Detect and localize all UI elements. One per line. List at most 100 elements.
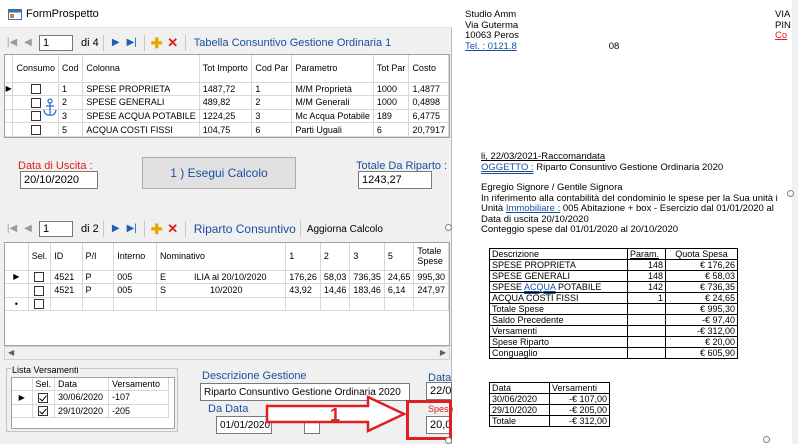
col-header[interactable]: Colonna [82, 55, 200, 83]
table-row: Saldo Precedente -€ 97,40 [489, 314, 738, 326]
riparto-title: Riparto Consuntivo [193, 222, 296, 236]
sel-checkbox[interactable] [34, 285, 45, 296]
riparto-h-scrollbar[interactable]: ◀ ▶ [4, 346, 450, 360]
add-new-icon[interactable]: ✚ [149, 35, 165, 51]
consumo-checkbox[interactable] [30, 125, 41, 135]
table-row[interactable]: 4521 P 005 S 10/2020 43,92 14,46 183,46 6… [5, 283, 449, 298]
lista-versamenti-label: Lista Versamenti [11, 365, 80, 375]
col-header[interactable]: 5 [384, 243, 415, 271]
move-previous-icon[interactable]: ◀ [20, 35, 36, 51]
table-row[interactable]: ▶ 30/06/2020 -107 [12, 390, 170, 405]
col-header[interactable]: Totale Spese [413, 243, 449, 271]
add-new-icon[interactable]: ✚ [149, 221, 165, 237]
data-uscita-input[interactable]: 20/10/2020 [20, 171, 98, 189]
consumo-checkbox[interactable] [30, 111, 41, 122]
new-row-icon: • [5, 297, 29, 312]
resize-handle[interactable] [787, 190, 794, 197]
highlight-box [406, 400, 452, 440]
sel-checkbox-checked[interactable] [38, 392, 49, 403]
resize-handle[interactable] [445, 437, 452, 444]
col-header[interactable]: Nominativo [156, 243, 287, 271]
riparto-grid[interactable]: Sel. ID P/I Interno Nominativo 1 2 3 5 T… [4, 242, 450, 346]
col-header[interactable]: Cod [58, 55, 84, 83]
table-row[interactable]: 3 SPESE ACQUA POTABILE 1224,25 3 Mc Acqu… [5, 109, 449, 124]
move-previous-icon[interactable]: ◀ [20, 221, 36, 237]
arrow-step-number: 1 [330, 405, 341, 425]
consuntivo-grid[interactable]: Consumo Cod Colonna Tot Importo Cod Par … [4, 54, 450, 138]
col-header[interactable]: Sel. [28, 243, 52, 271]
col-header[interactable]: Data [54, 378, 110, 391]
resize-handle[interactable] [445, 224, 452, 231]
delete-icon[interactable]: ✕ [165, 221, 181, 237]
table-row: Spese Riparto € 20,00 [489, 336, 738, 348]
move-next-icon[interactable]: ▶ [108, 221, 124, 237]
sel-checkbox[interactable] [34, 299, 45, 310]
table-row: 29/10/2020 -€ 205,00 [489, 404, 610, 416]
table-row[interactable]: 5 ACQUA COSTI FISSI 104,75 6 Parti Ugual… [5, 122, 449, 137]
count-label: di 2 [81, 223, 99, 235]
table-row: Totale -€ 312,00 [489, 415, 610, 427]
totale-riparto-input[interactable]: 1243,27 [358, 171, 432, 189]
col-header[interactable]: Sel. [32, 378, 56, 391]
table-row[interactable]: 29/10/2020 -205 [12, 404, 170, 419]
col-header[interactable]: Tot Par [373, 55, 410, 83]
lista-versamenti-group: Lista Versamenti Sel. Data Versamento ▶ … [6, 365, 178, 432]
letter-page: Studio Amm Via Guterma 10063 Peros Tel. … [465, 0, 795, 444]
table-row[interactable]: ▶ 4521 P 005 E ILIA al 20/10/2020 176,26 … [5, 270, 449, 285]
col-header[interactable]: Parametro [291, 55, 374, 83]
current-row-icon: ▶ [5, 270, 29, 285]
form-icon [8, 9, 22, 20]
col-header[interactable]: 3 [349, 243, 385, 271]
document-preview: Studio Amm Via Guterma 10063 Peros Tel. … [453, 0, 798, 444]
table-row: Conguaglio € 605,90 [489, 347, 738, 359]
doc-v-scrollbar[interactable] [792, 0, 798, 444]
scroll-right-icon[interactable]: ▶ [440, 348, 446, 357]
new-row[interactable]: • [5, 297, 449, 312]
sel-checkbox[interactable] [34, 272, 45, 283]
col-header[interactable]: Consumo [12, 55, 60, 83]
col-header[interactable]: P/I [82, 243, 115, 271]
col-header[interactable]: 1 [285, 243, 321, 271]
window-title: FormProspetto [26, 8, 99, 20]
col-header[interactable]: Interno [113, 243, 157, 271]
col-header[interactable]: Cod Par [251, 55, 293, 83]
versamenti-grid[interactable]: Sel. Data Versamento ▶ 30/06/2020 -107 2… [11, 377, 175, 429]
letter-header-right: VIA PIN Co [775, 9, 791, 41]
letter-body: li, 22/03/2021-Raccomandata OGGETTO : Ri… [481, 151, 778, 235]
table-row[interactable]: ▶ 1 SPESE PROPRIETA 1487,72 1 M/M Propri… [5, 82, 449, 97]
consumo-checkbox[interactable] [30, 97, 41, 108]
esegui-calcolo-button[interactable]: 1 ) Esegui Calcolo [142, 157, 296, 189]
col-header[interactable]: Versamento [108, 378, 170, 391]
data-input[interactable]: 22/0 [426, 382, 452, 400]
col-header[interactable]: Costo [408, 55, 449, 83]
versamenti-doc-table: Data Versamenti 30/06/2020 -€ 107,00 29/1… [489, 382, 610, 427]
col-header[interactable]: ID [50, 243, 83, 271]
table-row: 30/06/2020 -€ 107,00 [489, 393, 610, 405]
move-first-icon[interactable]: |◀ [4, 221, 20, 237]
table-row: Totale Spese € 995,30 [489, 303, 738, 315]
table-row: SPESE GENERALI 148 € 58,03 [489, 270, 738, 282]
sel-checkbox-checked[interactable] [38, 406, 49, 417]
position-input[interactable]: 1 [39, 221, 73, 237]
consuntivo-navigator: |◀ ◀ 1 di 4 ▶ ▶| ✚ ✕ Tabella Consuntivo … [4, 32, 450, 54]
position-input[interactable]: 1 [39, 35, 73, 51]
table-row: Versamenti -€ 312,00 [489, 325, 738, 337]
delete-icon[interactable]: ✕ [165, 35, 181, 51]
consuntivo-title: Tabella Consuntivo Gestione Ordinaria 1 [193, 37, 392, 49]
table-row: SPESE PROPRIETA 148 € 176,26 [489, 259, 738, 271]
table-row[interactable]: 2 SPESE GENERALI 489,82 2 M/M Generali 1… [5, 95, 449, 110]
move-last-icon[interactable]: ▶| [124, 35, 140, 51]
aggiorna-calcolo-button[interactable]: Aggiorna Calcolo [307, 224, 383, 235]
resize-handle[interactable] [763, 436, 770, 443]
move-next-icon[interactable]: ▶ [108, 35, 124, 51]
move-first-icon[interactable]: |◀ [4, 35, 20, 51]
col-header[interactable]: Tot Importo [199, 55, 253, 83]
table-row: SPESE ACQUA POTABILE 142 € 736,35 [489, 281, 738, 293]
scroll-left-icon[interactable]: ◀ [8, 348, 14, 357]
consumo-checkbox[interactable] [30, 84, 41, 95]
table-row: ACQUA COSTI FISSI 1 € 24,65 [489, 292, 738, 304]
da-data-label: Da Data [208, 403, 249, 415]
col-header[interactable]: 2 [320, 243, 351, 271]
move-last-icon[interactable]: ▶| [124, 221, 140, 237]
form-prospetto-window: FormProspetto |◀ ◀ 1 di 4 ▶ ▶| ✚ ✕ Tabel… [0, 0, 454, 444]
